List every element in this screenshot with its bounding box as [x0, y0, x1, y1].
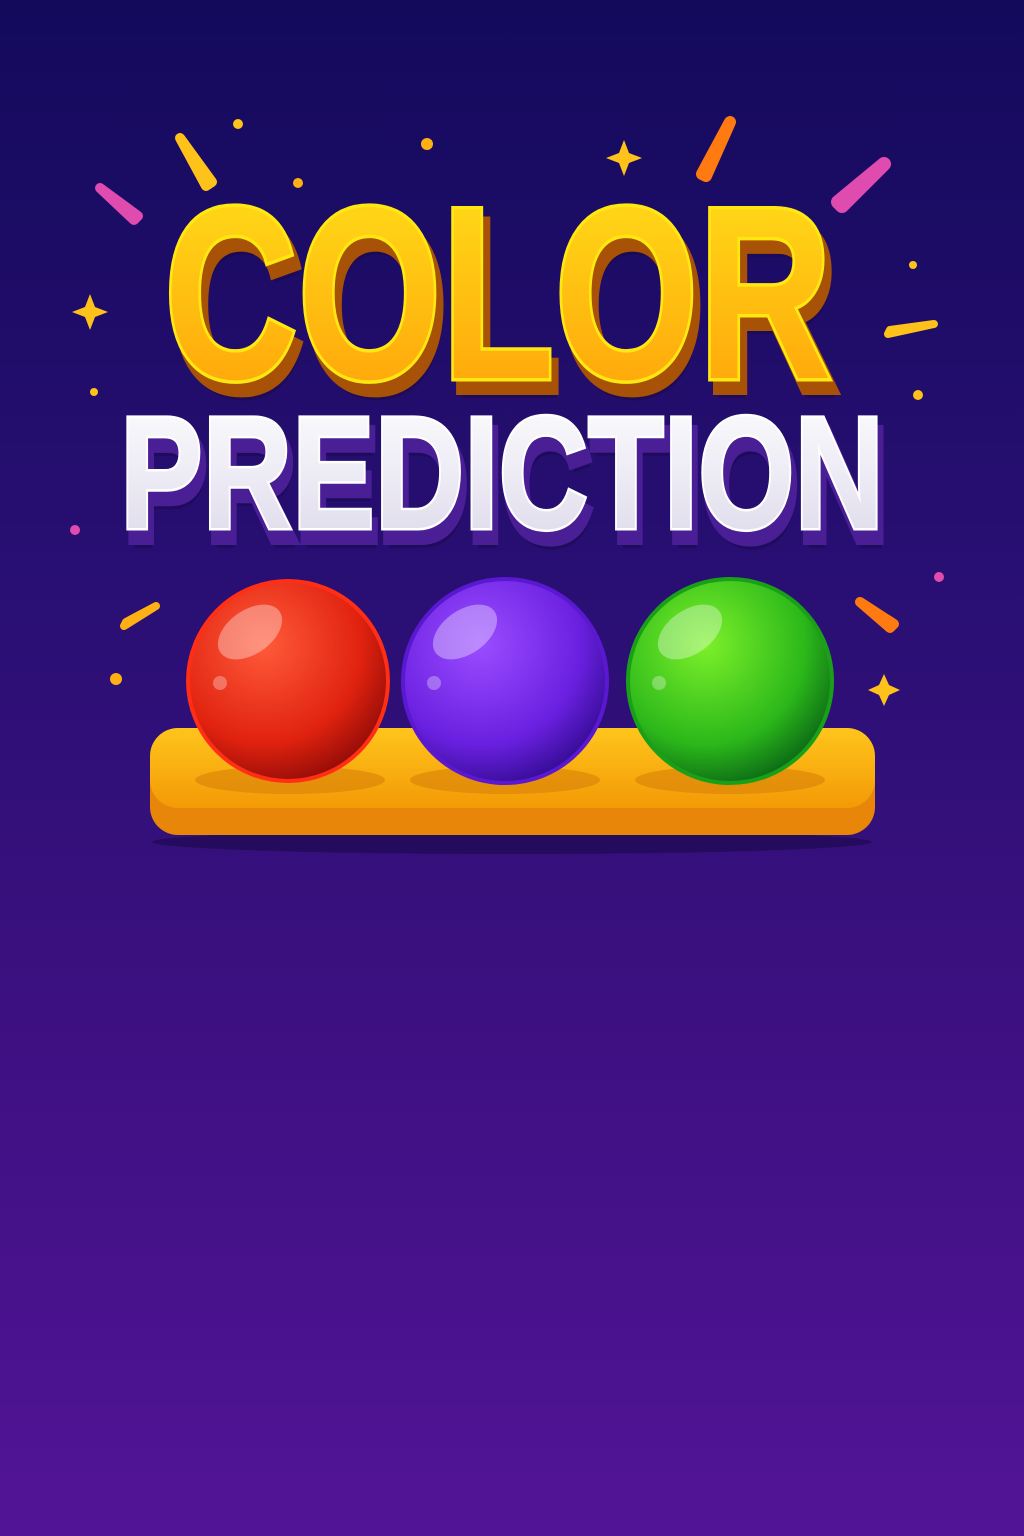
confetti-icon [855, 597, 899, 633]
confetti-icon [95, 183, 143, 225]
dot-icon [90, 388, 98, 396]
ball-violet [401, 577, 609, 785]
sparkle-icon [72, 294, 108, 330]
dot-icon [421, 138, 433, 150]
ball-green [626, 577, 834, 785]
dot-icon [934, 572, 944, 582]
dot-icon [110, 673, 122, 685]
title-prediction: PREDICTION PREDICTION PREDICTION [118, 381, 894, 583]
dot-icon [233, 119, 243, 129]
splash-screen: COLOR COLOR COLOR PREDICTION PREDICTION … [70, 116, 944, 854]
dot-icon [909, 261, 917, 269]
confetti-icon [884, 320, 938, 338]
ball-red [186, 579, 390, 783]
confetti-icon [120, 602, 160, 630]
confetti-icon [831, 157, 891, 213]
sparkle-icon [868, 674, 900, 706]
dot-icon [913, 390, 923, 400]
dot-icon [70, 525, 80, 535]
title-line2: PREDICTION [120, 383, 884, 562]
